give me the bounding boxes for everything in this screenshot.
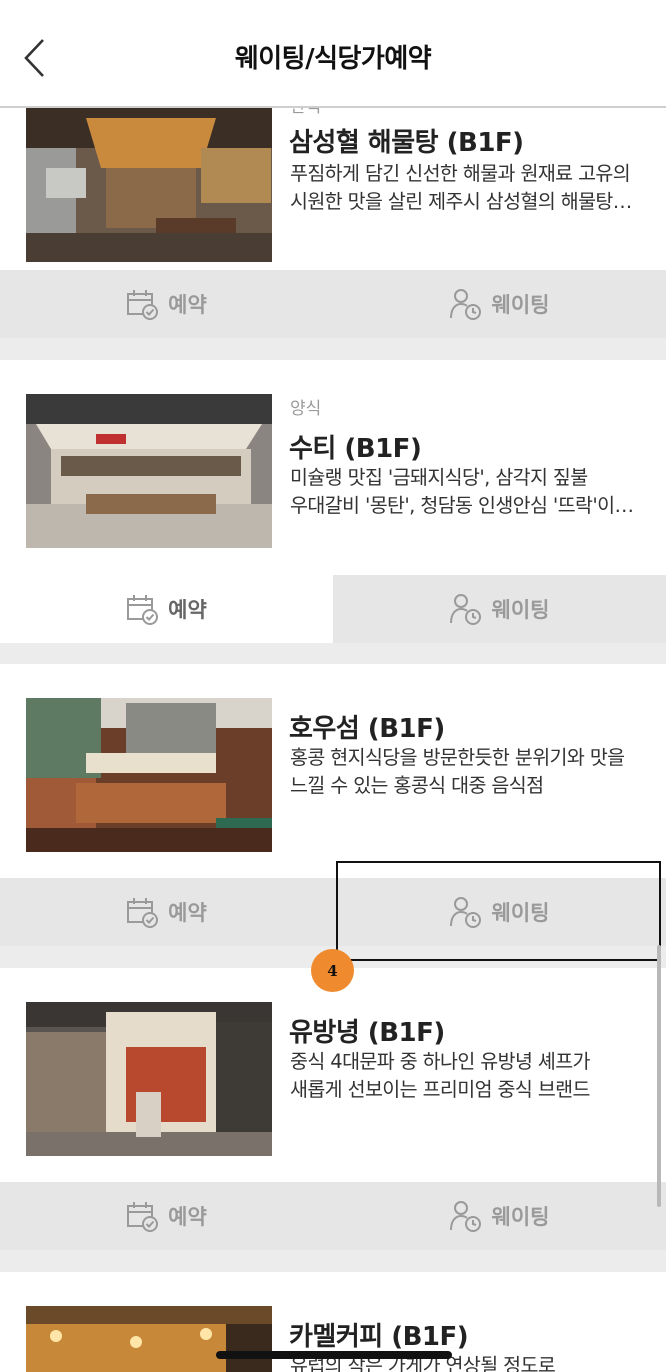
- restaurant-card[interactable]: 유방녕 (B1F) 중식 4대문파 중 하나인 유방녕 셰프가 새롭게 선보이는…: [0, 968, 666, 1182]
- calendar-check-icon: [127, 290, 159, 320]
- restaurant-photo: [26, 1002, 272, 1156]
- target-highlight-box: [336, 861, 661, 961]
- app-header: 웨이팅/식당가예약: [0, 0, 666, 108]
- calendar-check-icon: [127, 898, 159, 928]
- reserve-button[interactable]: 예약: [0, 575, 333, 643]
- restaurant-photo: [26, 394, 272, 548]
- restaurant-card[interactable]: 한식 삼성혈 해물탕 (B1F) 푸짐하게 담긴 신선한 해물과 원재료 고유의…: [0, 90, 666, 270]
- restaurant-description: 중식 4대문파 중 하나인 유방녕 셰프가 새롭게 선보이는 프리미엄 중식 브…: [290, 1050, 591, 1101]
- restaurant-name: 카멜커피 (B1F): [289, 1322, 469, 1352]
- waiting-label: 웨이팅: [491, 598, 550, 622]
- restaurant-description: 푸짐하게 담긴 신선한 해물과 원재료 고유의 시원한 맛을 살린 제주시 삼성…: [290, 162, 632, 213]
- restaurant-description: 홍콩 현지식당을 방문한듯한 분위기와 맛을 느낄 수 있는 홍콩식 대중 음식…: [290, 746, 625, 797]
- restaurant-name: 수티 (B1F): [289, 434, 422, 464]
- calendar-check-icon: [127, 1202, 159, 1232]
- calendar-check-icon: [127, 595, 159, 625]
- reserve-label: 예약: [168, 598, 207, 622]
- restaurant-name: 호우섬 (B1F): [289, 714, 445, 744]
- restaurant-card[interactable]: 호우섬 (B1F) 홍콩 현지식당을 방문한듯한 분위기와 맛을 느낄 수 있는…: [0, 664, 666, 878]
- reserve-button[interactable]: 예약: [0, 270, 333, 338]
- step-badge: 4: [311, 949, 354, 992]
- restaurant-category: 양식: [290, 399, 322, 419]
- reserve-button[interactable]: 예약: [0, 1182, 333, 1250]
- restaurant-card[interactable]: 양식 수티 (B1F) 미슐랭 맛집 '금돼지식당', 삼각지 짚불 우대갈비 …: [0, 360, 666, 575]
- reserve-label: 예약: [168, 293, 207, 317]
- waiting-button[interactable]: 웨이팅: [333, 1182, 666, 1250]
- reserve-label: 예약: [168, 901, 207, 925]
- restaurant-description: 미슐랭 맛집 '금돼지식당', 삼각지 짚불 우대갈비 '몽탄', 청담동 인생…: [290, 466, 634, 517]
- page-title: 웨이팅/식당가예약: [234, 44, 432, 74]
- person-clock-icon: [449, 594, 481, 625]
- home-indicator[interactable]: [216, 1351, 452, 1359]
- waiting-button[interactable]: 웨이팅: [333, 270, 666, 338]
- scrollbar[interactable]: [657, 945, 661, 1207]
- restaurant-photo: [26, 698, 272, 852]
- waiting-label: 웨이팅: [491, 1205, 550, 1229]
- restaurant-photo: [26, 1306, 272, 1372]
- person-clock-icon: [449, 289, 481, 320]
- restaurant-name: 유방녕 (B1F): [289, 1018, 445, 1048]
- waiting-label: 웨이팅: [491, 293, 550, 317]
- waiting-button[interactable]: 웨이팅: [333, 575, 666, 643]
- person-clock-icon: [449, 1201, 481, 1232]
- restaurant-name: 삼성혈 해물탕 (B1F): [289, 128, 524, 158]
- card-actions: 예약 웨이팅: [0, 575, 666, 643]
- reserve-label: 예약: [168, 1205, 207, 1229]
- card-actions: 예약 웨이팅: [0, 1182, 666, 1250]
- restaurant-photo: [26, 108, 272, 262]
- reserve-button[interactable]: 예약: [0, 878, 333, 946]
- card-actions: 예약 웨이팅: [0, 270, 666, 338]
